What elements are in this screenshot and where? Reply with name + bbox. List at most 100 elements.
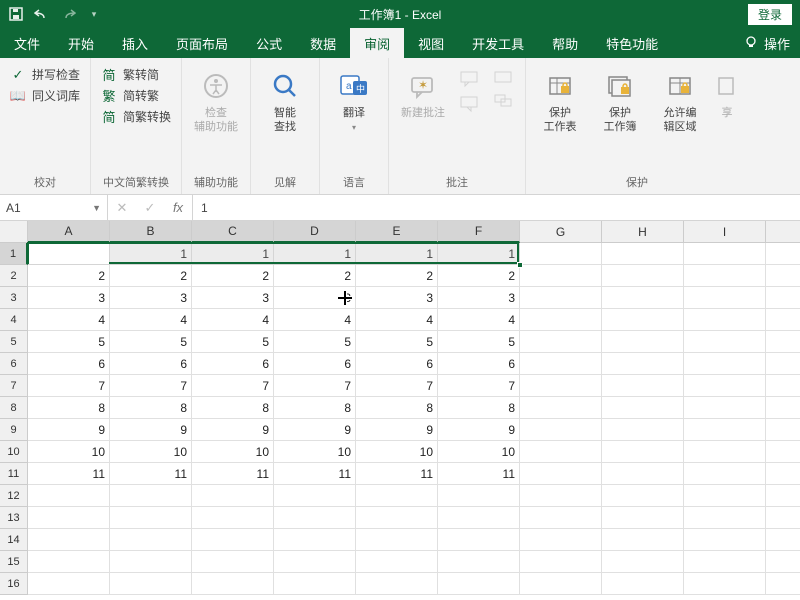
cell[interactable]	[766, 573, 800, 595]
cell[interactable]	[110, 573, 192, 595]
row-header[interactable]: 14	[0, 529, 28, 551]
cell[interactable]: 4	[28, 309, 110, 331]
cell[interactable]: 11	[438, 463, 520, 485]
cell[interactable]	[602, 331, 684, 353]
row-header[interactable]: 5	[0, 331, 28, 353]
spelling-button[interactable]: ✓拼写检查	[10, 66, 80, 83]
tab-home[interactable]: 开始	[54, 28, 108, 58]
cell[interactable]: 10	[274, 441, 356, 463]
cell[interactable]: 3	[192, 287, 274, 309]
column-header[interactable]: H	[602, 221, 684, 243]
tab-insert[interactable]: 插入	[108, 28, 162, 58]
cell[interactable]: 3	[438, 287, 520, 309]
cell[interactable]: 1	[28, 243, 110, 265]
cell[interactable]	[766, 507, 800, 529]
cell[interactable]	[520, 265, 602, 287]
cell[interactable]	[766, 485, 800, 507]
cell[interactable]	[602, 309, 684, 331]
cell[interactable]: 5	[274, 331, 356, 353]
cell[interactable]	[602, 485, 684, 507]
cell[interactable]: 3	[274, 287, 356, 309]
column-header[interactable]: A	[28, 221, 110, 243]
cell[interactable]	[520, 529, 602, 551]
cell[interactable]	[684, 331, 766, 353]
cell[interactable]: 10	[28, 441, 110, 463]
row-header[interactable]: 8	[0, 397, 28, 419]
cell[interactable]: 2	[192, 265, 274, 287]
cell[interactable]	[438, 551, 520, 573]
cell[interactable]: 5	[356, 331, 438, 353]
row-header[interactable]: 7	[0, 375, 28, 397]
cell[interactable]	[766, 309, 800, 331]
redo-icon[interactable]	[60, 6, 76, 22]
cell[interactable]	[602, 419, 684, 441]
cell[interactable]	[684, 243, 766, 265]
cell[interactable]: 5	[192, 331, 274, 353]
cell[interactable]: 4	[438, 309, 520, 331]
tab-page-layout[interactable]: 页面布局	[162, 28, 242, 58]
save-icon[interactable]	[8, 6, 24, 22]
cell[interactable]	[766, 441, 800, 463]
cell[interactable]	[602, 463, 684, 485]
row-header[interactable]: 16	[0, 573, 28, 595]
cell[interactable]	[274, 529, 356, 551]
show-comment-icon[interactable]	[493, 70, 515, 89]
cell[interactable]	[274, 551, 356, 573]
protect-sheet-button[interactable]: 保护工作表	[532, 62, 588, 138]
spreadsheet-grid[interactable]: ABCDEFGHIJ 12345678910111213141516 11111…	[0, 221, 800, 600]
cell[interactable]: 6	[274, 353, 356, 375]
undo-icon[interactable]	[34, 6, 50, 22]
cell[interactable]	[520, 397, 602, 419]
protect-workbook-button[interactable]: 保护工作簿	[592, 62, 648, 138]
cell[interactable]	[192, 529, 274, 551]
cell[interactable]	[28, 573, 110, 595]
tab-file[interactable]: 文件	[0, 28, 54, 58]
thesaurus-button[interactable]: 📖同义词库	[10, 87, 80, 104]
cell[interactable]	[602, 529, 684, 551]
tab-view[interactable]: 视图	[404, 28, 458, 58]
cell[interactable]: 8	[192, 397, 274, 419]
row-header[interactable]: 9	[0, 419, 28, 441]
cell[interactable]: 5	[28, 331, 110, 353]
cell[interactable]	[684, 463, 766, 485]
cell[interactable]: 3	[110, 287, 192, 309]
name-box[interactable]: A1 ▼	[0, 195, 108, 220]
cell[interactable]	[766, 419, 800, 441]
cell[interactable]	[684, 529, 766, 551]
column-header[interactable]: J	[766, 221, 800, 243]
cell[interactable]	[274, 573, 356, 595]
cell[interactable]	[766, 375, 800, 397]
cell[interactable]	[766, 353, 800, 375]
cell[interactable]: 7	[438, 375, 520, 397]
trad-to-simp-button[interactable]: 简繁转简	[101, 66, 171, 83]
cell[interactable]: 11	[356, 463, 438, 485]
tab-review[interactable]: 审阅	[350, 28, 404, 58]
row-header[interactable]: 11	[0, 463, 28, 485]
cell[interactable]	[520, 463, 602, 485]
cell[interactable]	[766, 463, 800, 485]
cell[interactable]: 9	[28, 419, 110, 441]
name-box-dropdown-icon[interactable]: ▼	[92, 203, 101, 213]
cell[interactable]	[766, 551, 800, 573]
cell[interactable]	[766, 529, 800, 551]
prev-comment-icon[interactable]	[459, 70, 481, 91]
cell[interactable]: 11	[28, 463, 110, 485]
cell[interactable]	[684, 419, 766, 441]
cell[interactable]	[520, 419, 602, 441]
cell[interactable]: 4	[192, 309, 274, 331]
cell[interactable]	[766, 397, 800, 419]
cell[interactable]: 9	[356, 419, 438, 441]
cell[interactable]	[192, 573, 274, 595]
column-header[interactable]: E	[356, 221, 438, 243]
cell[interactable]	[438, 485, 520, 507]
cell[interactable]	[684, 353, 766, 375]
cell[interactable]	[28, 529, 110, 551]
cell[interactable]	[274, 485, 356, 507]
new-comment-button[interactable]: ✶ 新建批注	[395, 62, 451, 124]
row-header[interactable]: 2	[0, 265, 28, 287]
cell[interactable]	[766, 265, 800, 287]
tab-help[interactable]: 帮助	[538, 28, 592, 58]
fx-icon[interactable]: fx	[164, 200, 192, 215]
cell[interactable]	[684, 441, 766, 463]
cell[interactable]: 8	[110, 397, 192, 419]
